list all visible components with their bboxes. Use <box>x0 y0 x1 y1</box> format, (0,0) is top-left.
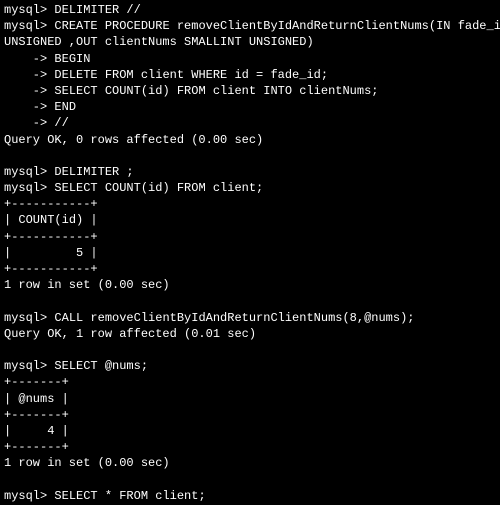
blank-line <box>4 343 11 357</box>
mysql-terminal: mysql> DELIMITER // mysql> CREATE PROCED… <box>0 0 500 505</box>
table-border: +-------+ <box>4 440 69 454</box>
table-header: | COUNT(id) | <box>4 213 98 227</box>
line: -> BEGIN <box>4 52 90 66</box>
line: Query OK, 1 row affected (0.01 sec) <box>4 327 256 341</box>
table-row: | 4 | <box>4 424 69 438</box>
table-row: | 5 | <box>4 246 98 260</box>
line: mysql> DELIMITER ; <box>4 165 134 179</box>
line: mysql> DELIMITER // <box>4 3 141 17</box>
table-border: +-----------+ <box>4 230 98 244</box>
line: -> SELECT COUNT(id) FROM client INTO cli… <box>4 84 378 98</box>
table-border: +-------+ <box>4 408 69 422</box>
line: mysql> SELECT @nums; <box>4 359 148 373</box>
line: mysql> CALL removeClientByIdAndReturnCli… <box>4 311 414 325</box>
line: -> END <box>4 100 76 114</box>
line: mysql> SELECT COUNT(id) FROM client; <box>4 181 263 195</box>
blank-line <box>4 149 11 163</box>
line: 1 row in set (0.00 sec) <box>4 456 170 470</box>
line: 1 row in set (0.00 sec) <box>4 278 170 292</box>
line: mysql> CREATE PROCEDURE removeClientById… <box>4 19 500 33</box>
line: Query OK, 0 rows affected (0.00 sec) <box>4 133 263 147</box>
line: mysql> SELECT * FROM client; <box>4 489 206 503</box>
blank-line <box>4 294 11 308</box>
table-border: +-----------+ <box>4 262 98 276</box>
table-header: | @nums | <box>4 392 69 406</box>
blank-line <box>4 472 11 486</box>
line: UNSIGNED ,OUT clientNums SMALLINT UNSIGN… <box>4 35 314 49</box>
table-border: +-----------+ <box>4 197 98 211</box>
table-border: +-------+ <box>4 375 69 389</box>
line: -> DELETE FROM client WHERE id = fade_id… <box>4 68 328 82</box>
line: -> // <box>4 116 69 130</box>
